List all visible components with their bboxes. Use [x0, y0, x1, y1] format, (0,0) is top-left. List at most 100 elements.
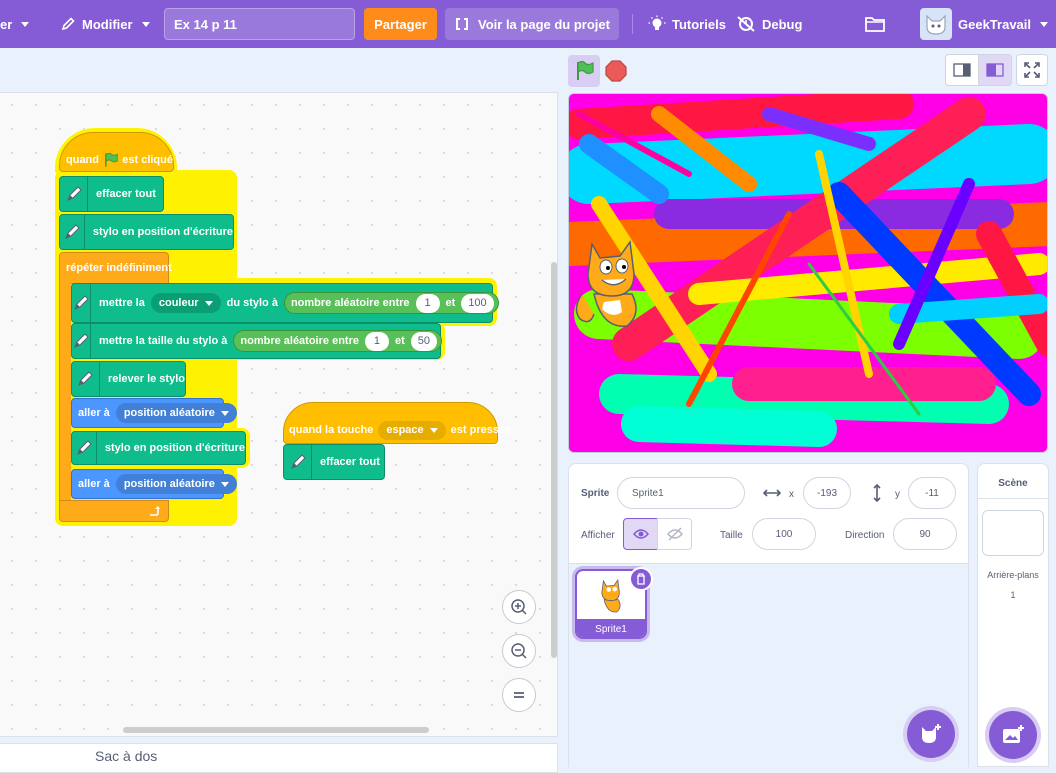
fullscreen-icon	[1024, 62, 1040, 78]
random-number-block[interactable]: nombre aléatoire entre 1 et 100	[283, 292, 499, 314]
share-button[interactable]: Partager	[364, 8, 437, 40]
file-menu-label: er	[0, 16, 13, 32]
hide-sprite-button[interactable]	[657, 518, 692, 550]
pencil-icon	[61, 17, 75, 31]
fullscreen-button[interactable]	[1016, 54, 1048, 86]
key-dropdown[interactable]: espace	[378, 420, 446, 440]
pen-extension-icon	[60, 177, 88, 211]
green-flag-button[interactable]	[568, 55, 600, 87]
zoom-reset-button[interactable]	[502, 678, 536, 712]
account-menu[interactable]: GeekTravail	[920, 0, 1048, 48]
go-to-target-dropdown[interactable]: position aléatoire	[115, 403, 237, 423]
add-backdrop-button[interactable]	[989, 711, 1037, 759]
tutorials-button[interactable]: Tutoriels	[648, 0, 726, 48]
zoom-out-button[interactable]	[502, 634, 536, 668]
pressed-text: est pressée	[450, 424, 512, 436]
stage-selector-panel[interactable]: Scène Arrière-plans 1	[977, 463, 1049, 767]
vertical-arrows-icon	[873, 484, 881, 502]
x-position-input[interactable]: -193	[803, 477, 851, 509]
folder-icon	[865, 17, 885, 32]
my-stuff-button[interactable]	[864, 0, 886, 48]
stop-icon	[605, 60, 627, 82]
cat-avatar-icon	[926, 14, 946, 35]
stage-canvas[interactable]	[568, 93, 1048, 453]
set-pen-color-block[interactable]: mettre la couleur du stylo à nombre aléa…	[71, 283, 499, 323]
delete-sprite-button[interactable]	[629, 567, 653, 591]
pen-param-dropdown[interactable]: couleur	[150, 293, 221, 313]
pen-down-block[interactable]: stylo en position d'écriture	[71, 431, 246, 465]
see-project-page-button[interactable]: Voir la page du projet	[445, 8, 619, 40]
chevron-down-icon	[429, 427, 438, 433]
forever-block[interactable]: répéter indéfiniment	[59, 252, 172, 284]
set-pen-text: mettre la	[99, 297, 145, 309]
y-position-value: -11	[925, 487, 939, 499]
project-title-input[interactable]	[164, 8, 355, 40]
see-project-page-label: Voir la page du projet	[478, 16, 610, 32]
x-position-value: -193	[816, 487, 837, 499]
pen-up-block[interactable]: relever le stylo	[71, 361, 186, 397]
random-number-block[interactable]: nombre aléatoire entre 1 et 50	[233, 330, 442, 352]
clear-all-block[interactable]: effacer tout	[283, 444, 385, 480]
go-to-target-value: position aléatoire	[123, 478, 215, 490]
hat-when-text: quand	[66, 154, 99, 166]
file-menu[interactable]: er	[0, 0, 30, 48]
direction-label: Direction	[845, 530, 885, 541]
zoom-out-icon	[511, 643, 527, 659]
small-stage-button[interactable]	[945, 54, 979, 86]
backdrop-thumbnail	[982, 510, 1044, 556]
sprite-tile-name: Sprite1	[577, 619, 645, 637]
pen-param-value: couleur	[158, 297, 199, 309]
and-text: et	[394, 335, 405, 347]
normal-stage-icon	[986, 63, 1004, 77]
trash-icon	[637, 573, 645, 585]
pen-down-block[interactable]: stylo en position d'écriture	[59, 214, 234, 250]
when-key-text: quand la touche	[289, 424, 374, 436]
edit-menu-label: Modifier	[82, 16, 133, 32]
go-to-block[interactable]: aller à position aléatoire	[71, 469, 237, 499]
size-min-input[interactable]: 1	[364, 331, 389, 351]
pen-extension-icon	[284, 445, 312, 479]
sprite-name-input[interactable]: Sprite1	[617, 477, 745, 509]
size-max-input[interactable]: 50	[410, 331, 437, 351]
stage-panel-title: Scène	[998, 478, 1028, 489]
size-input[interactable]: 100	[752, 518, 816, 550]
debug-label: Debug	[762, 16, 803, 32]
pen-extension-icon	[72, 432, 97, 464]
go-to-text: aller à	[78, 478, 110, 490]
direction-input[interactable]: 90	[893, 518, 957, 550]
stage-panel-divider	[978, 498, 1048, 499]
edit-menu[interactable]: Modifier	[60, 0, 150, 48]
avatar	[920, 8, 952, 40]
backpack-header[interactable]: Sac à dos	[0, 743, 558, 773]
menu-divider	[632, 14, 633, 34]
stop-button[interactable]	[600, 55, 632, 87]
clear-all-text: effacer tout	[320, 456, 380, 468]
size-value: 100	[775, 528, 793, 540]
debug-button[interactable]: Debug	[736, 0, 802, 48]
vertical-scrollbar[interactable]	[551, 262, 557, 658]
when-flag-clicked-block[interactable]: quand est cliqué	[59, 132, 174, 172]
color-max-input[interactable]: 100	[461, 293, 494, 313]
username-label: GeekTravail	[958, 16, 1031, 32]
add-sprite-button[interactable]	[907, 710, 955, 758]
go-to-target-dropdown[interactable]: position aléatoire	[115, 474, 237, 494]
set-pen-size-block[interactable]: mettre la taille du stylo à nombre aléat…	[71, 323, 442, 359]
direction-value: 90	[919, 528, 931, 540]
lightbulb-icon	[648, 15, 666, 30]
zoom-in-button[interactable]	[502, 590, 536, 624]
color-min-input[interactable]: 1	[415, 293, 440, 313]
chevron-down-icon	[220, 410, 229, 416]
y-position-input[interactable]: -11	[908, 477, 956, 509]
y-label: y	[895, 489, 900, 500]
size-label: Taille	[720, 530, 743, 541]
show-sprite-button[interactable]	[623, 518, 658, 550]
normal-stage-button[interactable]	[978, 54, 1012, 86]
horizontal-scrollbar[interactable]	[123, 727, 429, 733]
clear-all-text: effacer tout	[96, 188, 156, 200]
when-key-pressed-block[interactable]: quand la touche espace est pressée	[283, 402, 511, 444]
forever-text: répéter indéfiniment	[66, 262, 172, 274]
clear-all-block[interactable]: effacer tout	[59, 176, 164, 212]
chevron-down-icon	[204, 300, 213, 306]
cat-sprite	[575, 240, 637, 327]
go-to-block[interactable]: aller à position aléatoire	[71, 398, 237, 428]
